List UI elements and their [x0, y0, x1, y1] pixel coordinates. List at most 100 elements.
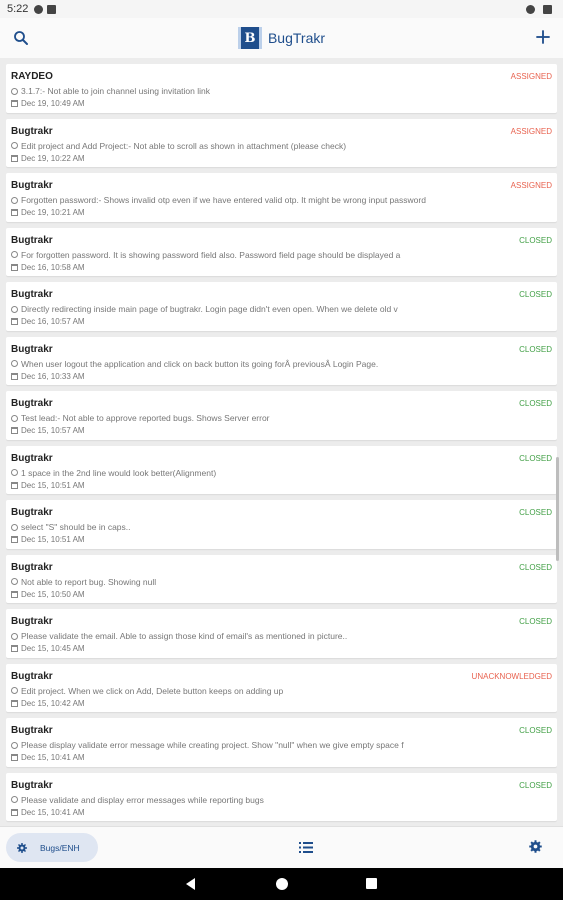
back-icon[interactable] [186, 878, 195, 890]
calendar-icon [11, 372, 18, 380]
bug-date-row: Dec 15, 10:41 AM [11, 808, 553, 817]
bug-description: For forgotten password. It is showing pa… [21, 249, 401, 260]
clock-icon [11, 360, 18, 367]
bug-description: select "S" should be in caps.. [21, 522, 131, 532]
bug-status: ASSIGNED [510, 72, 552, 81]
list-icon[interactable] [299, 842, 313, 853]
bug-date-row: Dec 15, 10:50 AM [11, 590, 553, 599]
home-icon[interactable] [276, 878, 288, 890]
bug-card[interactable]: Bugtrakr CLOSED For forgotten password. It… [6, 227, 557, 276]
settings-icon[interactable] [528, 839, 543, 854]
bug-date: Dec 16, 10:58 AM [21, 262, 85, 272]
bug-description: 3.1.7:- Not able to join channel using i… [21, 86, 211, 96]
bug-date-row: Dec 15, 10:42 AM [11, 699, 553, 708]
bug-card[interactable]: Bugtrakr CLOSED Test lead:- Not able to ap… [6, 391, 557, 440]
bug-project: RAYDEO [11, 71, 53, 82]
clock-icon [11, 251, 18, 258]
bug-status: CLOSED [519, 562, 552, 572]
clock-icon [11, 687, 18, 694]
clock-icon [11, 632, 18, 640]
calendar-icon [11, 100, 18, 107]
bug-card[interactable]: Bugtrakr CLOSED Please display validate er… [6, 718, 557, 767]
bug-card[interactable]: Bugtrakr UNACKNOWLEDGED Edit project. When… [6, 663, 557, 712]
bug-card[interactable]: Bugtrakr CLOSED Directly redirecting insid… [6, 282, 557, 331]
bug-date: Dec 15, 10:41 AM [21, 807, 85, 817]
bug-date: Dec 15, 10:45 AM [21, 644, 85, 653]
clock-icon [11, 305, 18, 313]
bottom-nav: Bugs/ENH [0, 826, 563, 868]
clock-icon [11, 414, 18, 422]
app-brand: B BugTrakr [237, 27, 325, 49]
clock-icon [11, 142, 18, 149]
add-icon[interactable] [533, 27, 553, 47]
status-time: 5:22 [7, 3, 29, 15]
bug-description: Test lead:- Not able to approve reported… [21, 413, 270, 423]
bug-card[interactable]: Bugtrakr CLOSED When user logout the appli… [6, 336, 557, 385]
calendar-icon [11, 754, 18, 761]
scrollbar[interactable] [556, 457, 559, 561]
calendar-icon [11, 590, 18, 598]
bug-project: Bugtrakr [11, 561, 53, 573]
bug-card[interactable]: RAYDEO ASSIGNED 3.1.7:- Not able to join c… [6, 64, 557, 113]
bug-status: CLOSED [519, 399, 552, 408]
bug-project: Bugtrakr [11, 180, 53, 191]
bug-date: Dec 15, 10:42 AM [21, 698, 85, 708]
bug-description-row: Please display validate error message wh… [11, 740, 433, 750]
bug-date-row: Dec 19, 10:22 AM [11, 154, 553, 163]
nav-bugs-tab[interactable]: Bugs/ENH [6, 833, 98, 862]
app-logo: B [237, 27, 262, 49]
bug-project: Bugtrakr [11, 234, 53, 246]
bug-date-row: Dec 15, 10:45 AM [11, 644, 553, 653]
bug-description-row: Edit project. When we click on Add, Dele… [11, 686, 433, 696]
bug-card[interactable]: Bugtrakr CLOSED Please validate and displa… [6, 772, 557, 821]
bug-description-row: Test lead:- Not able to approve reported… [11, 413, 433, 423]
calendar-icon [11, 699, 18, 707]
bug-date-row: Dec 15, 10:57 AM [11, 426, 553, 435]
notification-icon [34, 4, 44, 14]
bug-gear-icon [17, 842, 27, 853]
bug-status: CLOSED [519, 290, 552, 299]
bug-card[interactable]: Bugtrakr CLOSED Not able to report bug. Sh… [6, 554, 557, 603]
bug-card[interactable]: Bugtrakr CLOSED Please validate the email.… [6, 609, 557, 658]
bug-project: Bugtrakr [11, 343, 53, 355]
bug-list: RAYDEO ASSIGNED 3.1.7:- Not able to join c… [6, 64, 557, 824]
recents-icon[interactable] [366, 878, 377, 889]
bug-project: Bugtrakr [11, 452, 53, 464]
calendar-icon [11, 318, 18, 325]
bug-status: CLOSED [519, 453, 552, 463]
bug-description: Please validate the email. Able to assig… [21, 631, 348, 641]
bug-date-row: Dec 19, 10:21 AM [11, 208, 553, 217]
bug-description: Please validate and display error messag… [21, 794, 264, 805]
calendar-icon [11, 154, 18, 162]
bug-status: ASSIGNED [510, 126, 552, 136]
bug-card[interactable]: Bugtrakr CLOSED select "S" should be in ca… [6, 500, 557, 549]
clock-icon [11, 196, 18, 204]
bug-card[interactable]: Bugtrakr CLOSED 1 space in the 2nd line wo… [6, 445, 557, 494]
search-icon[interactable] [12, 29, 30, 47]
bug-date-row: Dec 16, 10:57 AM [11, 317, 553, 326]
clock-icon [11, 796, 18, 803]
bug-description-row: Forgotten password:- Shows invalid otp e… [11, 195, 433, 205]
bug-description-row: select "S" should be in caps.. [11, 522, 433, 532]
bug-date-row: Dec 15, 10:41 AM [11, 753, 553, 762]
bug-description: Please display validate error message wh… [21, 740, 404, 750]
bug-description-row: When user logout the application and cli… [11, 359, 433, 369]
bug-project: Bugtrakr [11, 507, 53, 518]
calendar-icon [11, 536, 18, 543]
bug-status: CLOSED [519, 726, 552, 735]
bug-date-row: Dec 19, 10:49 AM [11, 99, 553, 108]
bug-project: Bugtrakr [11, 779, 53, 791]
bug-project: Bugtrakr [11, 616, 53, 627]
clock-icon [11, 523, 18, 531]
bug-card[interactable]: Bugtrakr ASSIGNED Edit project and Add Pro… [6, 118, 557, 167]
bug-description: Edit project. When we click on Add, Dele… [21, 685, 284, 696]
clock-icon [11, 87, 18, 95]
bug-card[interactable]: Bugtrakr ASSIGNED Forgotten password:- Sho… [6, 173, 557, 222]
bug-status: CLOSED [519, 344, 552, 354]
bug-date-row: Dec 15, 10:51 AM [11, 535, 553, 544]
battery-icon [543, 4, 552, 14]
bug-description-row: 1 space in the 2nd line would look bette… [11, 468, 433, 478]
bug-description-row: For forgotten password. It is showing pa… [11, 250, 433, 260]
bug-description: Not able to report bug. Showing null [21, 576, 157, 587]
bug-description-row: Edit project and Add Project:- Not able … [11, 141, 433, 151]
